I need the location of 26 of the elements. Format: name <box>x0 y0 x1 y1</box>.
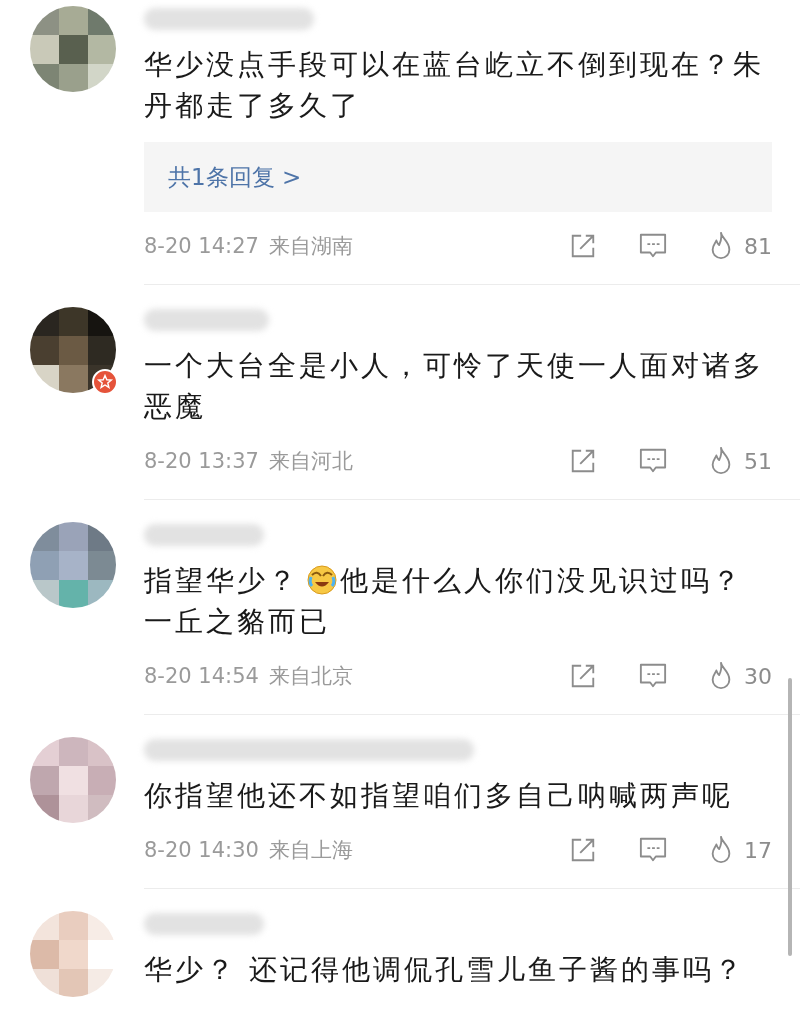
comment-date: 8-20 14:30 <box>144 838 259 862</box>
verified-badge-icon <box>92 369 118 395</box>
like-button[interactable]: 17 <box>708 835 772 865</box>
like-button[interactable]: 30 <box>708 661 772 691</box>
like-button[interactable]: 81 <box>708 231 772 261</box>
comment-text: 指望华少？ <box>144 563 299 599</box>
comment-icon[interactable] <box>638 447 668 475</box>
like-button[interactable]: 51 <box>708 446 772 476</box>
comment-icon[interactable] <box>638 836 668 864</box>
comment-date: 8-20 14:54 <box>144 664 259 688</box>
comment-location: 来自上海 <box>268 837 353 864</box>
comment-location: 来自河北 <box>268 448 353 475</box>
replies-link[interactable]: 共1条回复 > <box>144 142 772 212</box>
comment-text: 一个大台全是小人，可怜了天使一人面对诸多恶魔 <box>144 349 764 423</box>
comment-text: 你指望他还不如指望咱们多自己呐喊两声呢 <box>144 779 733 812</box>
comment-text: 他是什么人你们没见识过吗？ <box>340 563 743 599</box>
comment-text: 华少？ 还记得他调侃孔雪儿鱼子酱的事吗？ <box>144 953 745 986</box>
scrollbar[interactable] <box>788 678 792 956</box>
comment-date: 8-20 14:27 <box>144 234 259 258</box>
comment-icon[interactable] <box>638 232 668 260</box>
comment-location: 来自北京 <box>268 663 353 690</box>
comment-location: 来自湖南 <box>268 233 353 260</box>
comment-text: 华少没点手段可以在蓝台屹立不倒到现在？朱丹都走了多久了 <box>144 48 764 122</box>
comment-icon[interactable] <box>638 662 668 690</box>
comment-date: 8-20 13:37 <box>144 449 259 473</box>
comment-text: 一丘之貉而已 <box>144 604 330 640</box>
